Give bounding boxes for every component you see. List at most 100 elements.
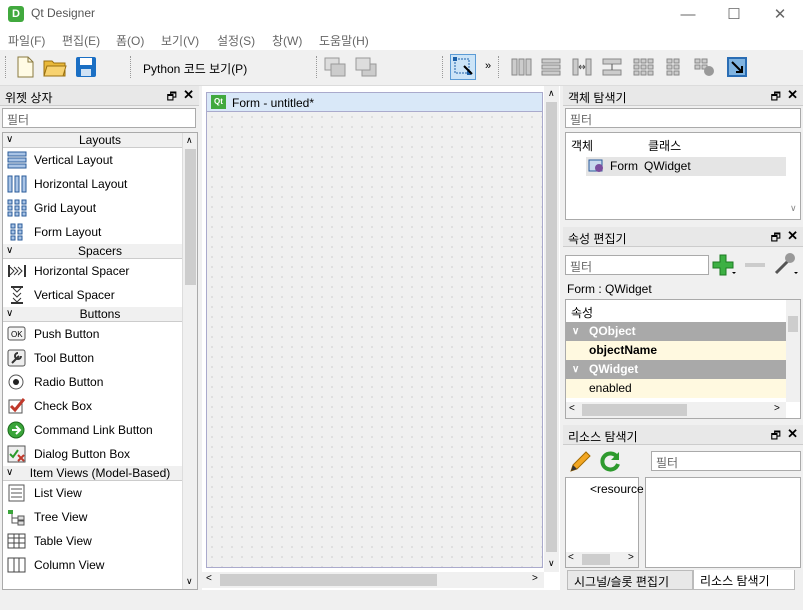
menu-view[interactable]: 보기(V) (161, 32, 199, 49)
widget-item[interactable]: Vertical Layout (3, 148, 197, 172)
scrollbar-thumb[interactable] (582, 554, 610, 565)
close-dock-icon[interactable]: ✕ (787, 426, 798, 442)
resource-tree-horizontal-scrollbar[interactable]: < > (566, 552, 638, 567)
edit-resources-pencil-icon[interactable] (567, 449, 593, 475)
tab-signal-slot-editor[interactable]: 시그널/슬롯 편집기 (567, 570, 693, 590)
add-property-icon[interactable] (711, 253, 737, 277)
widget-item[interactable]: Check Box (3, 394, 197, 418)
form-window-title-bar[interactable]: Qt Form - untitled* (206, 92, 543, 112)
vertical-spacer-icon (6, 285, 28, 305)
save-icon[interactable] (73, 54, 99, 80)
close-dock-icon[interactable]: ✕ (787, 87, 798, 103)
maximize-button[interactable]: ☐ (711, 0, 757, 28)
reload-icon[interactable] (597, 449, 623, 475)
category-layouts[interactable]: ∨ Layouts (3, 133, 197, 148)
resource-filter-input[interactable]: 필터 (651, 451, 801, 471)
category-buttons[interactable]: ∨ Buttons (3, 307, 197, 322)
category-spacers[interactable]: ∨ Spacers (3, 244, 197, 259)
widget-item[interactable]: Command Link Button (3, 418, 197, 442)
widget-item[interactable]: Grid Layout (3, 196, 197, 220)
property-horizontal-scrollbar[interactable]: < > (566, 402, 786, 418)
tab-resource-browser[interactable]: 리소스 탐색기 (693, 570, 795, 590)
scroll-right-icon[interactable]: > (628, 552, 634, 563)
adjust-size-icon[interactable] (724, 54, 750, 80)
object-filter-input[interactable]: 필터 (565, 108, 801, 128)
resource-root-item[interactable]: <resource (590, 482, 644, 496)
form-widget-icon (588, 159, 604, 173)
property-group-qwidget[interactable]: ∨ QWidget (566, 360, 800, 379)
scrollbar-thumb[interactable] (788, 316, 798, 332)
property-vertical-scrollbar[interactable] (786, 300, 800, 402)
scroll-down-icon[interactable]: ∨ (186, 576, 193, 587)
property-row[interactable]: enabled (566, 379, 800, 398)
widget-item[interactable]: Radio Button (3, 370, 197, 394)
object-tree-row[interactable]: Form QWidget (586, 157, 786, 176)
widget-item[interactable]: Tree View (3, 505, 197, 529)
menu-settings[interactable]: 설정(S) (217, 32, 255, 49)
break-layout-icon[interactable] (691, 54, 717, 80)
close-dock-icon[interactable]: ✕ (183, 87, 194, 103)
layout-vertical-splitter-icon[interactable] (599, 54, 625, 80)
widget-list-scrollbar[interactable]: ∧ ∨ (182, 133, 197, 589)
widget-item[interactable]: Dialog Button Box (3, 442, 197, 466)
widget-item[interactable]: List View (3, 481, 197, 505)
mdi-vertical-scrollbar[interactable]: ∧ ∨ (544, 86, 559, 572)
minimize-button[interactable]: — (665, 0, 711, 28)
bring-to-front-icon[interactable] (322, 54, 348, 80)
float-dock-icon[interactable]: 🗗 (771, 88, 781, 107)
category-item-views[interactable]: ∨ Item Views (Model-Based) (3, 466, 197, 481)
scrollbar-thumb[interactable] (185, 149, 196, 285)
menu-edit[interactable]: 편집(E) (62, 32, 100, 49)
edit-widgets-icon[interactable] (450, 54, 476, 80)
remove-property-icon[interactable] (743, 253, 767, 277)
close-dock-icon[interactable]: ✕ (787, 228, 798, 244)
scroll-left-icon[interactable]: < (569, 403, 575, 414)
widget-item[interactable]: Horizontal Layout (3, 172, 197, 196)
widget-item[interactable]: Horizontal Spacer (3, 259, 197, 283)
float-dock-icon[interactable]: 🗗 (771, 427, 781, 446)
widget-item[interactable]: Column View (3, 553, 197, 577)
open-folder-icon[interactable] (42, 54, 68, 80)
property-group-qobject[interactable]: ∨ QObject (566, 322, 800, 341)
scroll-up-icon[interactable]: ∧ (548, 88, 555, 99)
property-row[interactable]: objectName (566, 341, 800, 360)
layout-grid-icon[interactable] (630, 54, 656, 80)
scroll-up-icon[interactable]: ∧ (186, 135, 193, 146)
scroll-right-icon[interactable]: > (532, 573, 538, 584)
scroll-down-icon[interactable]: ∨ (790, 203, 797, 214)
window-title: Qt Designer (31, 6, 96, 20)
widget-item[interactable]: Vertical Spacer (3, 283, 197, 307)
new-file-icon[interactable] (12, 54, 38, 80)
menu-help[interactable]: 도움말(H) (319, 32, 369, 49)
scroll-down-icon[interactable]: ∨ (548, 558, 555, 569)
widget-item[interactable]: Table View (3, 529, 197, 553)
scroll-right-icon[interactable]: > (774, 403, 780, 414)
check-box-icon (6, 396, 28, 416)
scrollbar-thumb[interactable] (582, 404, 687, 416)
menu-window[interactable]: 창(W) (272, 32, 302, 49)
menu-file[interactable]: 파일(F) (8, 32, 45, 49)
menu-form[interactable]: 폼(O) (116, 32, 144, 49)
property-filter-input[interactable]: 필터 (565, 255, 709, 275)
layout-vertical-icon[interactable] (538, 54, 564, 80)
scrollbar-thumb[interactable] (220, 574, 437, 586)
toolbar-more-button[interactable]: » (485, 60, 491, 72)
layout-horizontal-splitter-icon[interactable] (569, 54, 595, 80)
layout-horizontal-icon[interactable] (508, 54, 534, 80)
layout-form-icon[interactable] (660, 54, 686, 80)
python-code-button[interactable]: Python 코드 보기(P) (143, 60, 247, 77)
form-canvas[interactable] (206, 112, 543, 568)
widget-filter-input[interactable]: 필터 (2, 108, 196, 128)
widget-item[interactable]: OK Push Button (3, 322, 197, 346)
configure-wrench-icon[interactable] (771, 251, 799, 277)
scroll-left-icon[interactable]: < (568, 552, 574, 563)
float-dock-icon[interactable]: 🗗 (167, 88, 177, 107)
close-window-button[interactable]: ✕ (757, 0, 803, 28)
widget-item[interactable]: Form Layout (3, 220, 197, 244)
scroll-left-icon[interactable]: < (206, 573, 212, 584)
widget-item[interactable]: Tool Button (3, 346, 197, 370)
send-to-back-icon[interactable] (353, 54, 379, 80)
float-dock-icon[interactable]: 🗗 (771, 229, 781, 248)
scrollbar-thumb[interactable] (546, 102, 557, 552)
mdi-horizontal-scrollbar[interactable]: < > (202, 572, 544, 588)
